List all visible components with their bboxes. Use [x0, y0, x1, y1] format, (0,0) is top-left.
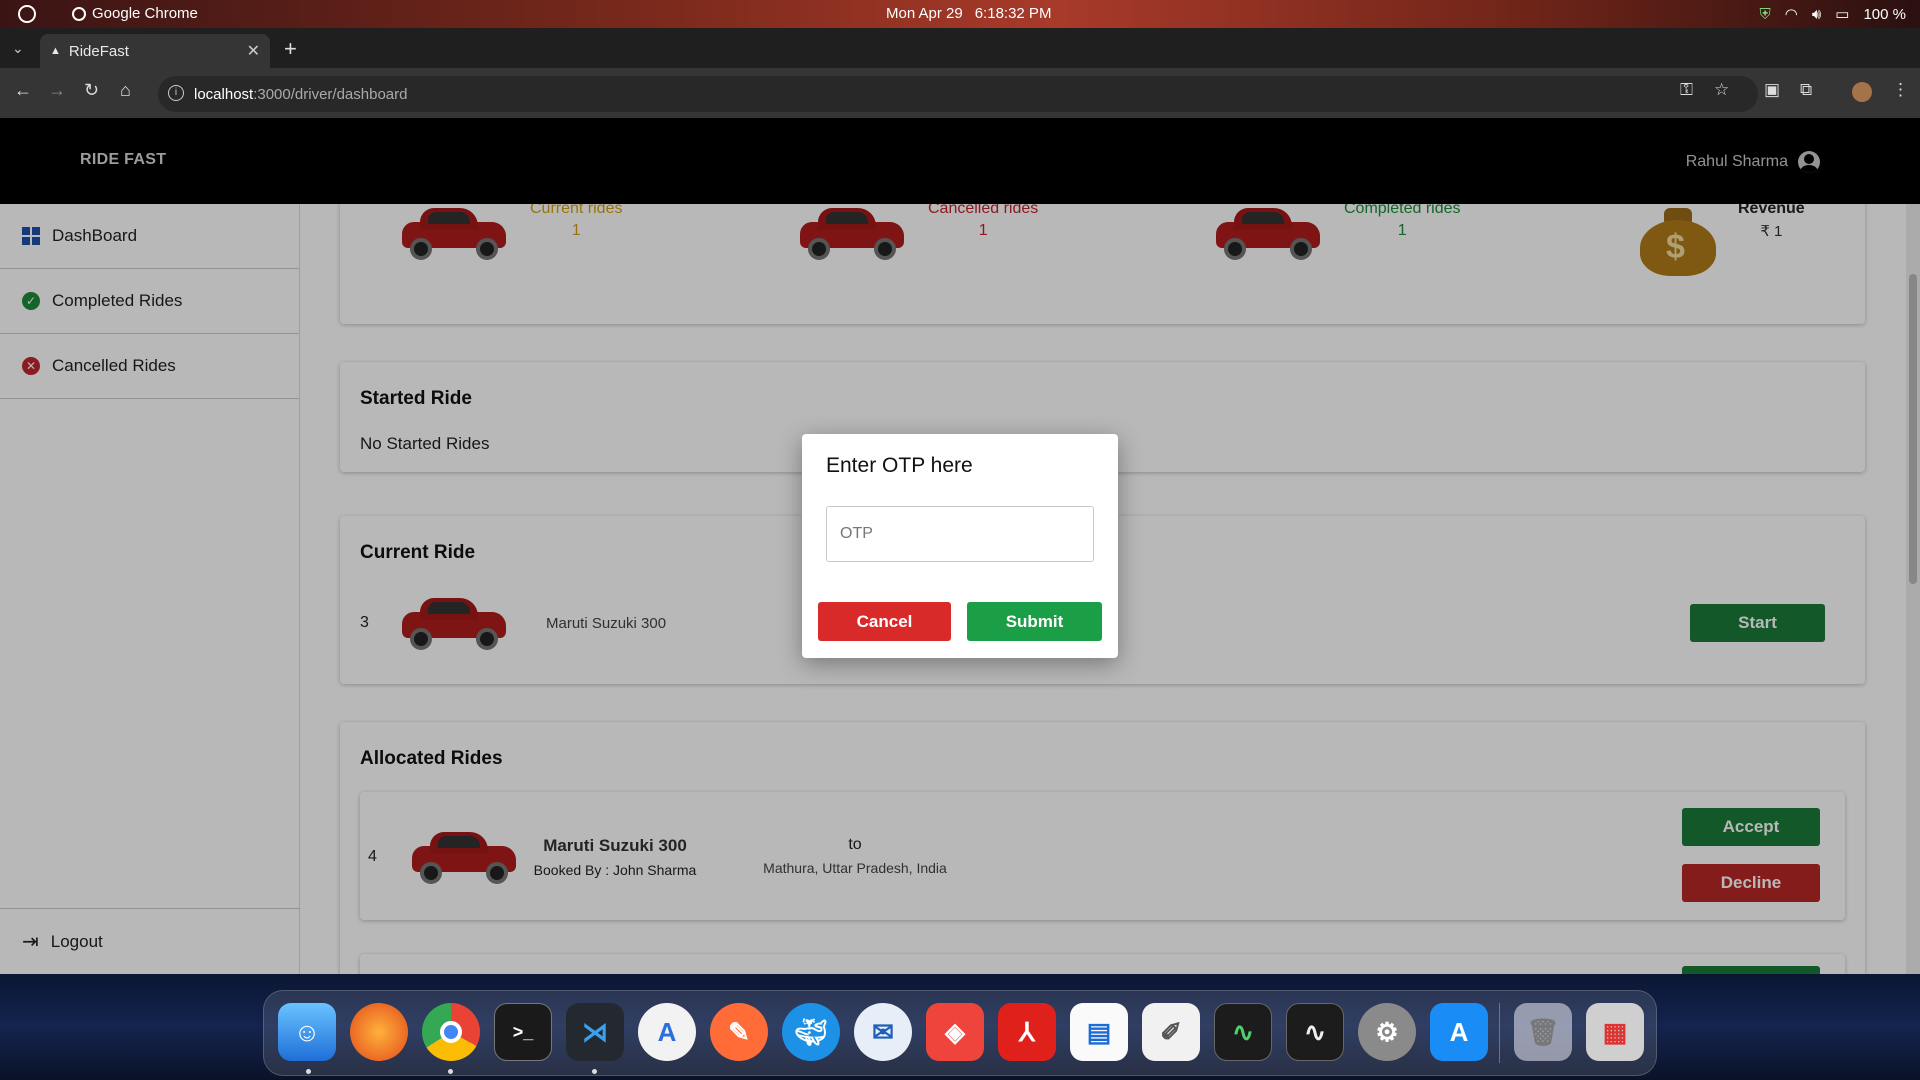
- running-indicator: [306, 1069, 311, 1074]
- chrome-small-icon: [72, 6, 86, 21]
- tab-ridefast[interactable]: ▲ RideFast ✕: [40, 34, 270, 68]
- menubar-status: ⛨ ◠ 🔊︎ ▭ 100 %: [1759, 5, 1906, 24]
- password-key-icon[interactable]: ⚿: [1680, 80, 1693, 100]
- battery-icon[interactable]: ▭: [1835, 5, 1849, 23]
- app-store-icon[interactable]: A: [1430, 1003, 1488, 1061]
- menubar-date: Mon Apr 29: [886, 5, 963, 22]
- apple-menu-icon[interactable]: [18, 5, 36, 23]
- active-app[interactable]: Google Chrome: [72, 5, 198, 22]
- tab-search-chevron-icon[interactable]: ⌄: [12, 40, 24, 57]
- browser-tabstrip: ⌄ ▲ RideFast ✕ +: [0, 28, 1920, 68]
- extensions-icon[interactable]: ⧉: [1800, 80, 1812, 100]
- acrobat-icon[interactable]: ⅄: [998, 1003, 1056, 1061]
- cancel-button[interactable]: Cancel: [818, 602, 951, 641]
- browser-menu-icon[interactable]: ⋮: [1892, 80, 1909, 100]
- menubar-clock[interactable]: Mon Apr 29 6:18:32 PM: [886, 5, 1051, 22]
- battery-percent: 100 %: [1863, 5, 1906, 23]
- pages-icon[interactable]: ▤: [1070, 1003, 1128, 1061]
- dialog-title: Enter OTP here: [826, 454, 973, 477]
- home-icon[interactable]: ⌂: [120, 80, 131, 101]
- ridefast-favicon-icon: ▲: [50, 45, 61, 57]
- site-info-icon[interactable]: i: [168, 85, 184, 101]
- android-studio-icon[interactable]: A: [638, 1003, 696, 1061]
- submit-button[interactable]: Submit: [967, 602, 1102, 641]
- browser-toolbar: ← → ↻ ⌂ i localhost:3000/driver/dashboar…: [0, 68, 1920, 118]
- anydesk-icon[interactable]: ◈: [926, 1003, 984, 1061]
- firefox-icon[interactable]: [350, 1003, 408, 1061]
- docker-icon[interactable]: 🐳︎: [782, 1003, 840, 1061]
- macos-dock: ☺ >_ ⋊ A ✎ 🐳︎ ✉ ◈ ⅄ ▤ ✐ ∿ ∿ ⚙ A 🗑︎ ▦: [263, 990, 1657, 1076]
- vscode-icon[interactable]: ⋊: [566, 1003, 624, 1061]
- bookmark-star-icon[interactable]: ☆: [1714, 80, 1729, 100]
- textedit-icon[interactable]: ✐: [1142, 1003, 1200, 1061]
- otp-dialog: Enter OTP here Cancel Submit: [802, 434, 1118, 658]
- address-bar[interactable]: i localhost:3000/driver/dashboard: [158, 76, 1758, 112]
- running-indicator: [592, 1069, 597, 1074]
- activity-monitor-icon[interactable]: ∿: [1214, 1003, 1272, 1061]
- back-icon[interactable]: ←: [14, 80, 32, 101]
- launchpad-icon[interactable]: ▦: [1586, 1003, 1644, 1061]
- cast-icon[interactable]: ▣: [1764, 80, 1780, 100]
- dock-area: ☺ >_ ⋊ A ✎ 🐳︎ ✉ ◈ ⅄ ▤ ✐ ∿ ∿ ⚙ A 🗑︎ ▦: [0, 974, 1920, 1080]
- running-indicator: [448, 1069, 453, 1074]
- chrome-icon[interactable]: [422, 1003, 480, 1061]
- menubar-time: 6:18:32 PM: [974, 5, 1052, 22]
- url-host: localhost: [194, 85, 254, 103]
- reload-icon[interactable]: ↻: [84, 80, 99, 101]
- profile-avatar-icon[interactable]: [1852, 82, 1872, 102]
- finder-icon[interactable]: ☺: [278, 1003, 336, 1061]
- active-app-name: Google Chrome: [92, 5, 198, 22]
- postman-icon[interactable]: ✎: [710, 1003, 768, 1061]
- wifi-icon[interactable]: ◠: [1785, 5, 1798, 23]
- otp-input[interactable]: [826, 506, 1094, 562]
- thunderbird-icon[interactable]: ✉: [854, 1003, 912, 1061]
- new-tab-icon[interactable]: +: [284, 36, 297, 62]
- tab-title: RideFast: [68, 42, 129, 60]
- url-path: :3000/driver/dashboard: [253, 85, 408, 103]
- system-preferences-icon[interactable]: ⚙: [1358, 1003, 1416, 1061]
- forward-icon[interactable]: →: [48, 80, 66, 101]
- console-icon[interactable]: ∿: [1286, 1003, 1344, 1061]
- terminal-icon[interactable]: >_: [494, 1003, 552, 1061]
- dock-separator: [1499, 1003, 1500, 1063]
- volume-icon[interactable]: 🔊︎: [1812, 6, 1821, 23]
- close-tab-icon[interactable]: ✕: [247, 41, 260, 61]
- macos-menubar: Google Chrome Mon Apr 29 6:18:32 PM ⛨ ◠ …: [0, 0, 1920, 28]
- trash-icon[interactable]: 🗑︎: [1514, 1003, 1572, 1061]
- shield-icon[interactable]: ⛨: [1759, 6, 1770, 23]
